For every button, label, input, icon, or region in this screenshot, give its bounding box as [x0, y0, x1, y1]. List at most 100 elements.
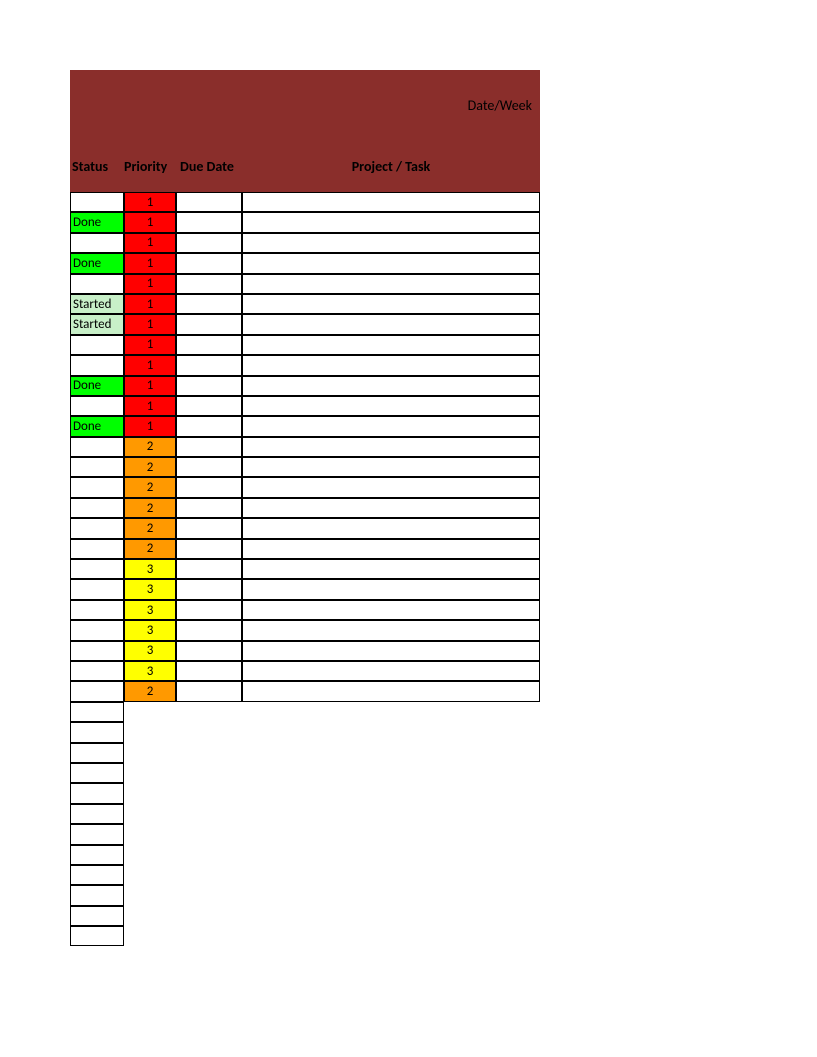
- status-cell[interactable]: [70, 620, 124, 640]
- project-task-cell[interactable]: [242, 641, 540, 661]
- status-cell[interactable]: [70, 192, 124, 212]
- empty-status-cell[interactable]: [70, 804, 124, 824]
- task-row[interactable]: 3: [70, 620, 540, 640]
- project-task-cell[interactable]: [242, 579, 540, 599]
- task-row[interactable]: Done1: [70, 376, 540, 396]
- priority-cell[interactable]: 1: [124, 396, 176, 416]
- due-date-cell[interactable]: [176, 416, 242, 436]
- due-date-cell[interactable]: [176, 457, 242, 477]
- priority-cell[interactable]: 2: [124, 539, 176, 559]
- task-row[interactable]: 3: [70, 641, 540, 661]
- empty-status-cell[interactable]: [70, 885, 124, 905]
- empty-status-cell[interactable]: [70, 763, 124, 783]
- task-row[interactable]: 3: [70, 661, 540, 681]
- task-row[interactable]: Started1: [70, 314, 540, 334]
- due-date-cell[interactable]: [176, 253, 242, 273]
- project-task-cell[interactable]: [242, 294, 540, 314]
- due-date-cell[interactable]: [176, 620, 242, 640]
- due-date-cell[interactable]: [176, 314, 242, 334]
- project-task-cell[interactable]: [242, 274, 540, 294]
- priority-cell[interactable]: 2: [124, 681, 176, 701]
- status-cell[interactable]: [70, 335, 124, 355]
- status-cell[interactable]: [70, 681, 124, 701]
- status-cell[interactable]: [70, 498, 124, 518]
- due-date-cell[interactable]: [176, 274, 242, 294]
- priority-cell[interactable]: 1: [124, 355, 176, 375]
- project-task-cell[interactable]: [242, 457, 540, 477]
- priority-cell[interactable]: 3: [124, 620, 176, 640]
- status-cell[interactable]: [70, 274, 124, 294]
- due-date-cell[interactable]: [176, 192, 242, 212]
- status-cell[interactable]: Done: [70, 416, 124, 436]
- status-cell[interactable]: [70, 539, 124, 559]
- status-cell[interactable]: [70, 600, 124, 620]
- status-cell[interactable]: Started: [70, 294, 124, 314]
- status-cell[interactable]: [70, 233, 124, 253]
- priority-cell[interactable]: 1: [124, 253, 176, 273]
- project-task-cell[interactable]: [242, 355, 540, 375]
- project-task-cell[interactable]: [242, 539, 540, 559]
- priority-cell[interactable]: 1: [124, 335, 176, 355]
- status-cell[interactable]: [70, 437, 124, 457]
- project-task-cell[interactable]: [242, 192, 540, 212]
- task-row[interactable]: 1: [70, 396, 540, 416]
- priority-cell[interactable]: 1: [124, 314, 176, 334]
- task-row[interactable]: 3: [70, 559, 540, 579]
- status-cell[interactable]: [70, 355, 124, 375]
- project-task-cell[interactable]: [242, 416, 540, 436]
- priority-cell[interactable]: 1: [124, 376, 176, 396]
- project-task-cell[interactable]: [242, 600, 540, 620]
- due-date-cell[interactable]: [176, 233, 242, 253]
- due-date-cell[interactable]: [176, 579, 242, 599]
- project-task-cell[interactable]: [242, 396, 540, 416]
- project-task-cell[interactable]: [242, 253, 540, 273]
- priority-cell[interactable]: 2: [124, 518, 176, 538]
- due-date-cell[interactable]: [176, 681, 242, 701]
- project-task-cell[interactable]: [242, 620, 540, 640]
- due-date-cell[interactable]: [176, 641, 242, 661]
- project-task-cell[interactable]: [242, 212, 540, 232]
- empty-status-cell[interactable]: [70, 845, 124, 865]
- status-cell[interactable]: Started: [70, 314, 124, 334]
- status-cell[interactable]: [70, 559, 124, 579]
- due-date-cell[interactable]: [176, 518, 242, 538]
- project-task-cell[interactable]: [242, 661, 540, 681]
- status-cell[interactable]: Done: [70, 376, 124, 396]
- task-row[interactable]: Done1: [70, 212, 540, 232]
- task-row[interactable]: 2: [70, 437, 540, 457]
- empty-status-cell[interactable]: [70, 702, 124, 722]
- priority-cell[interactable]: 2: [124, 437, 176, 457]
- empty-status-cell[interactable]: [70, 743, 124, 763]
- due-date-cell[interactable]: [176, 600, 242, 620]
- empty-status-cell[interactable]: [70, 865, 124, 885]
- due-date-cell[interactable]: [176, 212, 242, 232]
- empty-status-cell[interactable]: [70, 783, 124, 803]
- task-row[interactable]: 2: [70, 518, 540, 538]
- priority-cell[interactable]: 2: [124, 457, 176, 477]
- priority-cell[interactable]: 1: [124, 212, 176, 232]
- project-task-cell[interactable]: [242, 233, 540, 253]
- status-cell[interactable]: [70, 457, 124, 477]
- status-cell[interactable]: [70, 477, 124, 497]
- status-cell[interactable]: [70, 518, 124, 538]
- task-row[interactable]: 1: [70, 274, 540, 294]
- status-cell[interactable]: [70, 661, 124, 681]
- priority-cell[interactable]: 1: [124, 192, 176, 212]
- due-date-cell[interactable]: [176, 498, 242, 518]
- due-date-cell[interactable]: [176, 559, 242, 579]
- due-date-cell[interactable]: [176, 477, 242, 497]
- project-task-cell[interactable]: [242, 477, 540, 497]
- due-date-cell[interactable]: [176, 294, 242, 314]
- project-task-cell[interactable]: [242, 559, 540, 579]
- task-row[interactable]: 1: [70, 355, 540, 375]
- task-row[interactable]: 2: [70, 477, 540, 497]
- empty-status-cell[interactable]: [70, 906, 124, 926]
- task-row[interactable]: 2: [70, 498, 540, 518]
- priority-cell[interactable]: 3: [124, 661, 176, 681]
- task-row[interactable]: 2: [70, 539, 540, 559]
- status-cell[interactable]: [70, 396, 124, 416]
- priority-cell[interactable]: 1: [124, 274, 176, 294]
- task-row[interactable]: 1: [70, 335, 540, 355]
- task-row[interactable]: 2: [70, 681, 540, 701]
- project-task-cell[interactable]: [242, 681, 540, 701]
